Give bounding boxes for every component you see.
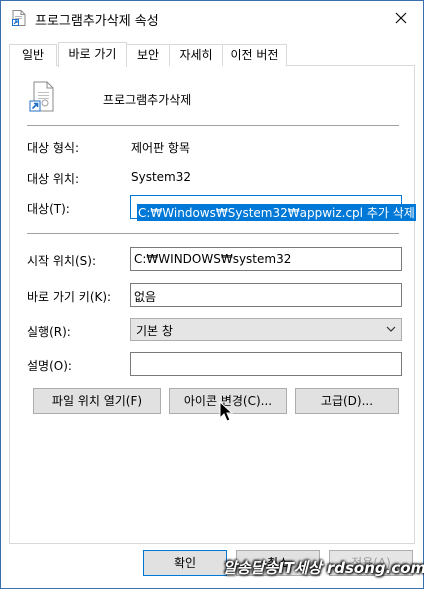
open-file-location-button[interactable]: 파일 위치 열기(F)	[33, 388, 161, 414]
shortcut-file-icon	[12, 10, 26, 26]
tab-previous-versions[interactable]: 이전 버전	[222, 44, 287, 66]
shortcut-key-label: 바로 가기 키(K):	[27, 290, 112, 304]
target-location-value: System32	[131, 170, 192, 184]
mouse-cursor-icon	[219, 401, 234, 422]
run-label: 실행(R):	[27, 325, 71, 339]
window-title: 프로그램추가삭제 속성	[35, 14, 159, 29]
tab-shortcut[interactable]: 바로 가기	[58, 42, 127, 67]
start-in-label: 시작 위치(S):	[27, 254, 96, 268]
advanced-button[interactable]: 고급(D)...	[295, 388, 399, 414]
run-select-value: 기본 창	[136, 324, 173, 338]
comment-input[interactable]	[130, 352, 402, 376]
target-label: 대상(T):	[27, 202, 70, 216]
close-button[interactable]	[379, 1, 423, 34]
start-in-input-text: C:₩WINDOWS₩system32	[134, 252, 292, 266]
separator	[27, 233, 399, 234]
title-bar[interactable]: 프로그램추가삭제 속성	[1, 1, 423, 34]
target-input-text: C:₩Windows₩System32₩appwiz.cpl 추가 삭제	[137, 204, 416, 221]
shortcut-key-input[interactable]: 없음	[130, 283, 402, 307]
tab-strip: 일반 바로 가기 보안 자세히 이전 버전	[1, 42, 423, 67]
target-type-label: 대상 형식:	[27, 141, 80, 155]
shortcut-key-input-text: 없음	[134, 290, 157, 304]
tab-security[interactable]: 보안	[126, 44, 170, 66]
target-input[interactable]: C:₩Windows₩System32₩appwiz.cpl 추가 삭제	[130, 195, 416, 221]
tab-general[interactable]: 일반	[9, 44, 57, 66]
tab-details[interactable]: 자세히	[169, 44, 223, 66]
run-select[interactable]: 기본 창	[130, 318, 402, 341]
watermark-text: 알송달송IT세상 rdsong.com	[223, 559, 424, 577]
shortcut-icon	[29, 81, 54, 112]
target-location-label: 대상 위치:	[27, 172, 80, 186]
shortcut-name: 프로그램추가삭제	[103, 93, 192, 107]
comment-label: 설명(O):	[27, 359, 72, 373]
chevron-down-icon	[386, 326, 396, 332]
properties-window: 프로그램추가삭제 속성 일반 바로 가기 보안 자세히 이전 버전 프로그램추가…	[0, 0, 424, 589]
target-type-value: 제어판 항목	[131, 141, 191, 155]
close-icon	[395, 12, 407, 23]
ok-button[interactable]: 확인	[143, 550, 227, 576]
start-in-input[interactable]: C:₩WINDOWS₩system32	[130, 247, 402, 271]
separator	[27, 125, 399, 126]
